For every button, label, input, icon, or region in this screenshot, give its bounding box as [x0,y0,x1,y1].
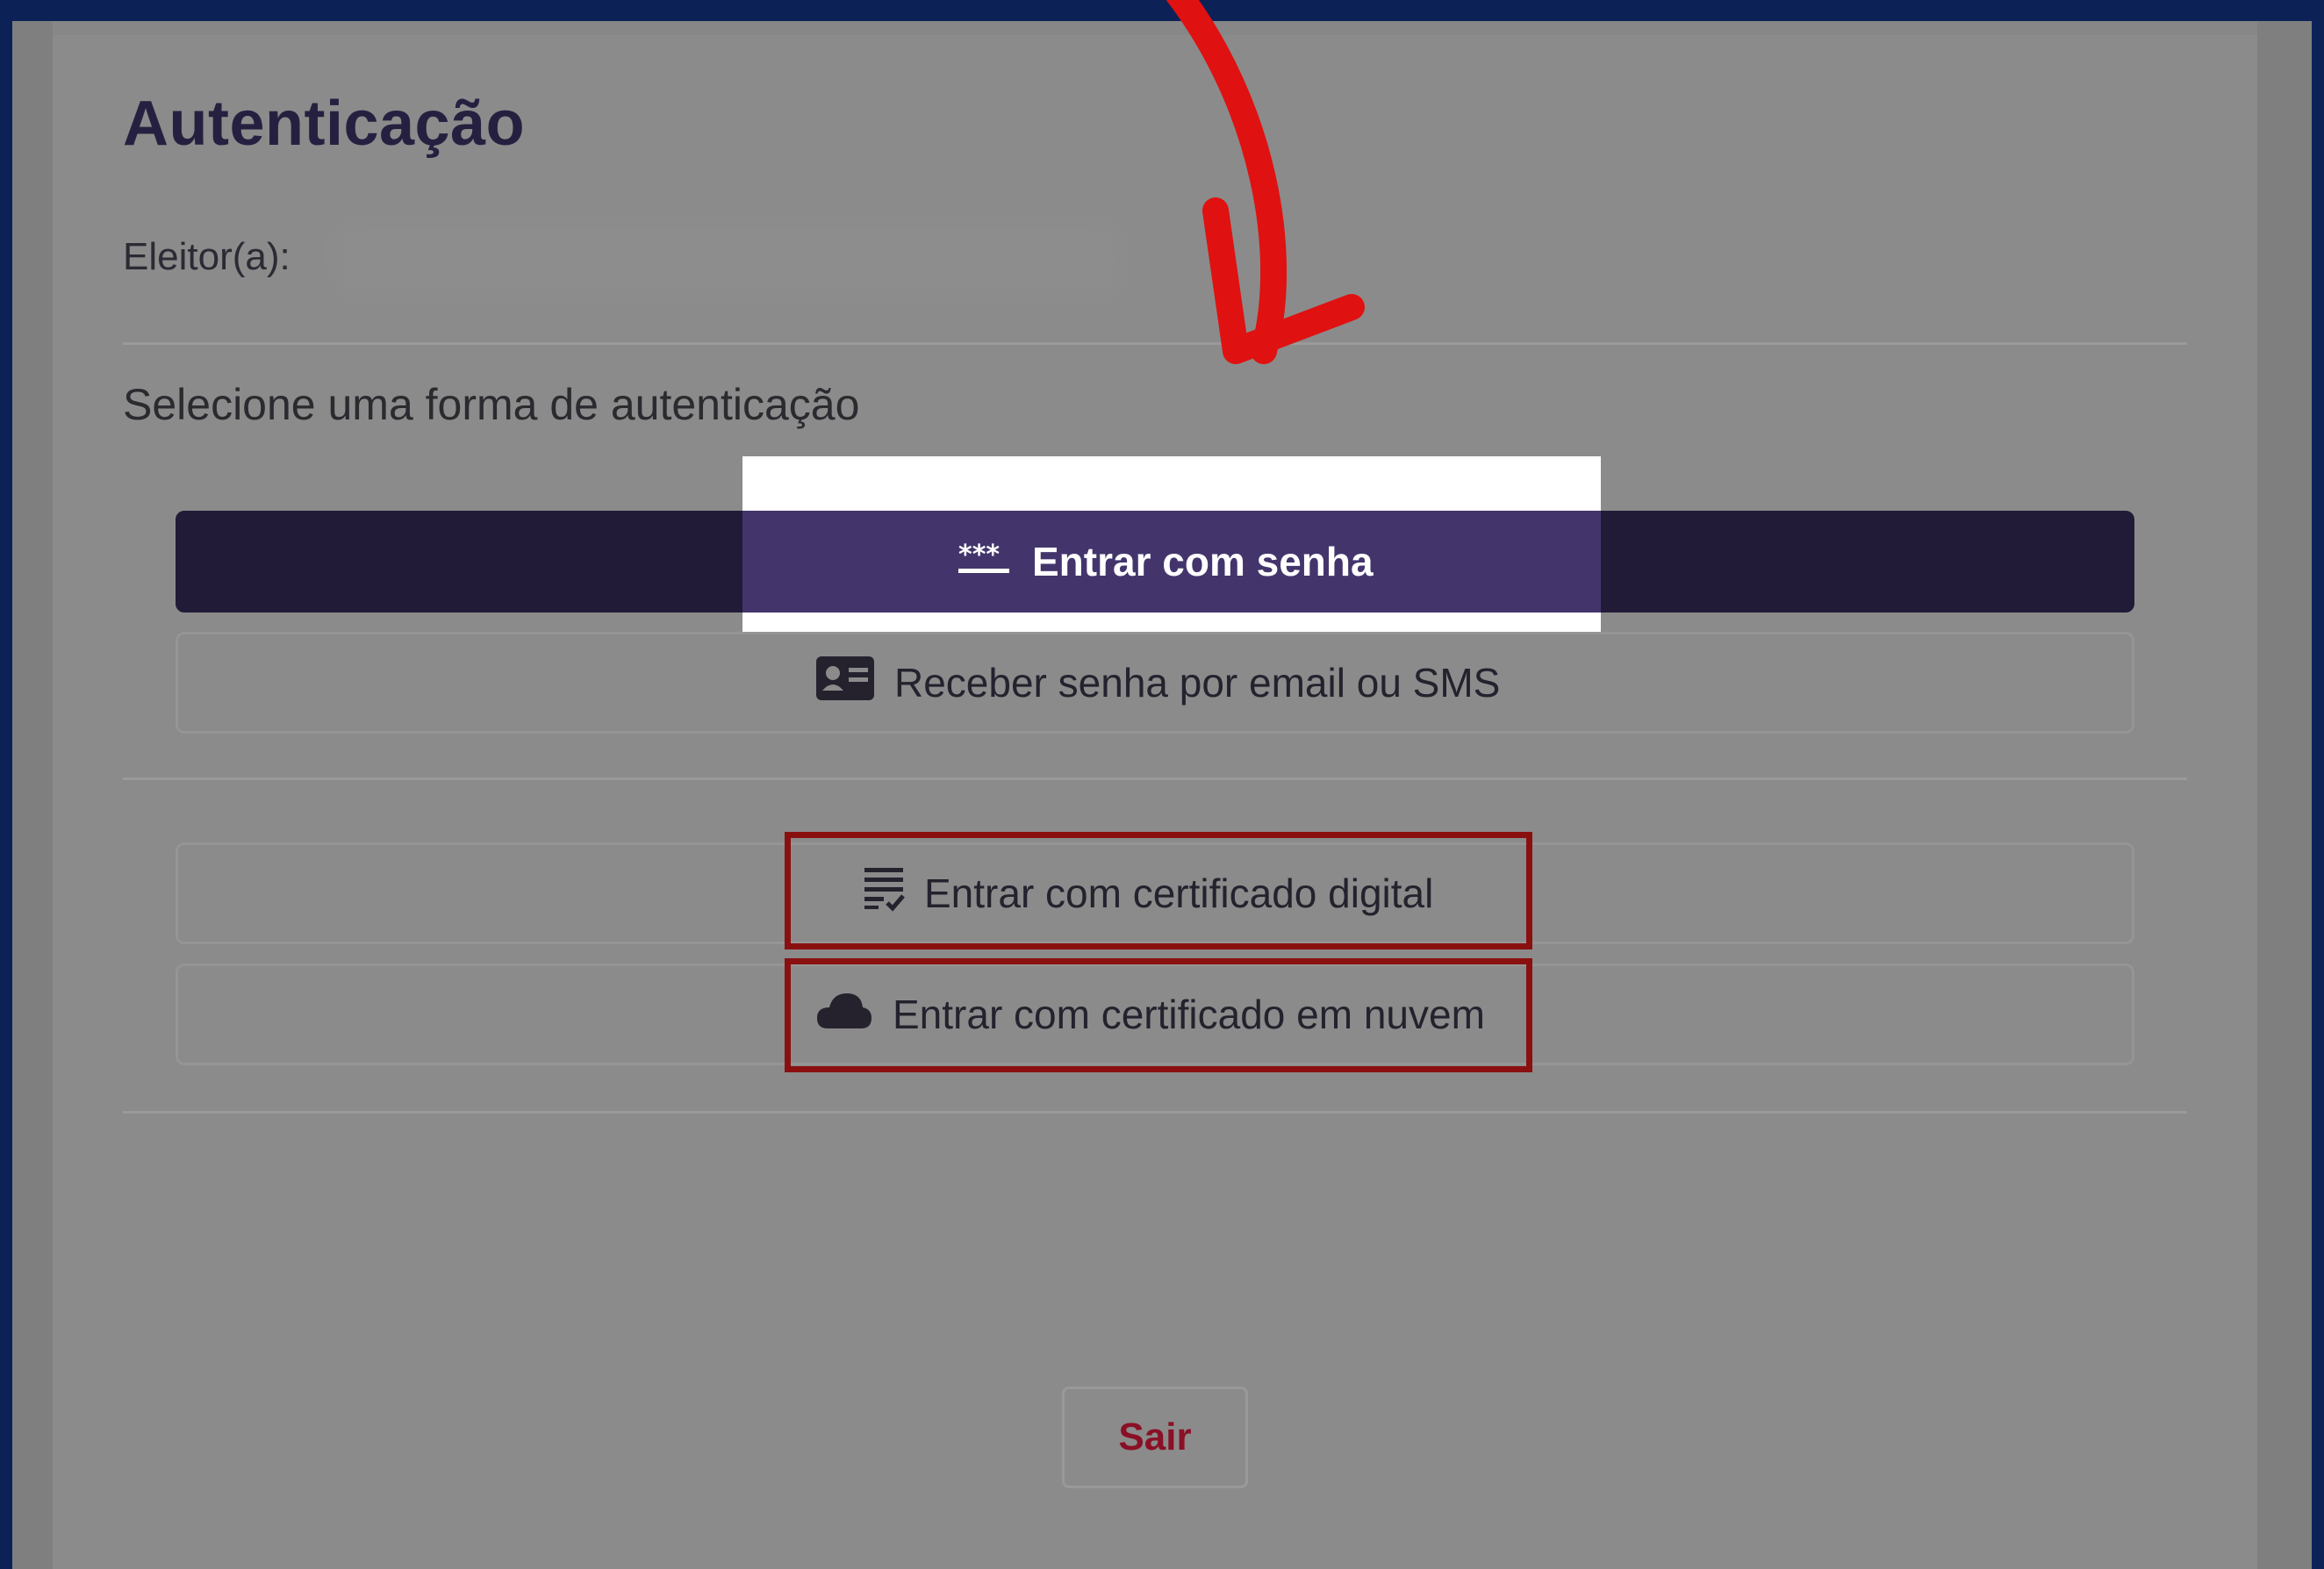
page-title: Autenticação [123,89,526,159]
annotation-box-certificate [785,832,1532,949]
id-card-icon [815,656,875,711]
divider [123,342,2187,345]
password-login-label: Entrar com senha [1032,539,1374,584]
annotation-box-cloud [785,958,1532,1072]
receive-password-button[interactable]: Receber senha por email ou SMS [176,632,2134,734]
voter-label: Eleitor(a): [123,235,290,278]
voter-name-redacted [334,219,1123,298]
auth-prompt: Selecione uma forma de autenticação [123,380,860,429]
overlay-right-edge [2257,21,2312,1569]
receive-password-label: Receber senha por email ou SMS [894,660,1501,706]
svg-text:***: *** [958,541,1000,570]
exit-button[interactable]: Sair [1062,1386,1248,1488]
divider [123,777,2187,780]
password-dots-icon: *** [957,538,1011,585]
password-login-content[interactable]: *** Entrar com senha [957,511,1374,613]
overlay-left-edge [12,21,53,1569]
divider [123,1111,2187,1114]
